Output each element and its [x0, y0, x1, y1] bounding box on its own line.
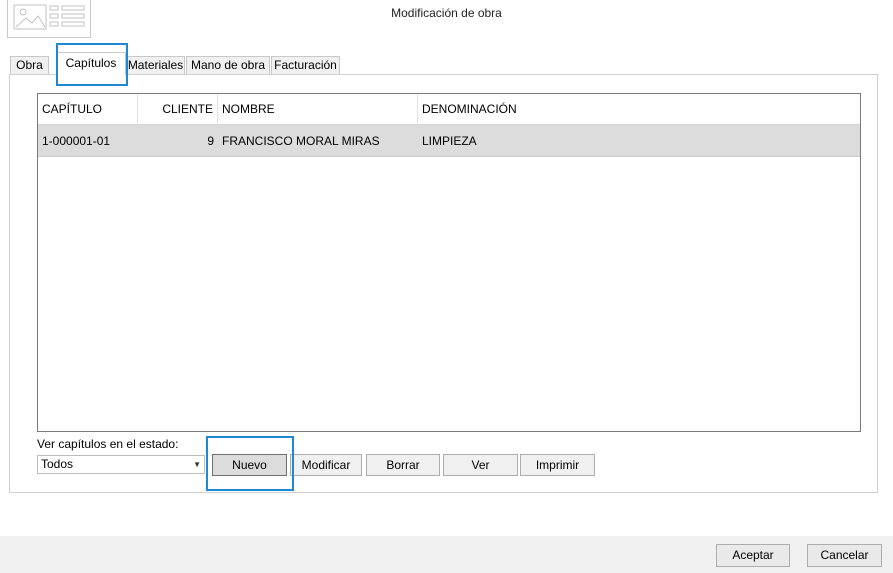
table-row[interactable]: 1-000001-01 9 FRANCISCO MORAL MIRAS LIMP…: [38, 125, 860, 157]
column-header-nombre[interactable]: NOMBRE: [218, 94, 418, 125]
tab-mano-de-obra[interactable]: Mano de obra: [186, 56, 270, 74]
modificar-button[interactable]: Modificar: [290, 454, 362, 476]
tab-obra[interactable]: Obra: [10, 56, 49, 74]
cell-denominacion: LIMPIEZA: [422, 134, 477, 148]
modificacion-obra-window: Modificación de obra Obra Capítulos Mate…: [0, 0, 893, 573]
tab-capitulos[interactable]: Capítulos: [56, 52, 126, 75]
column-header-cliente[interactable]: CLIENTE: [138, 94, 218, 125]
chevron-down-icon[interactable]: ▼: [193, 456, 201, 473]
state-filter-select[interactable]: Todos ▼: [37, 455, 205, 474]
capitulos-grid[interactable]: CAPÍTULO CLIENTE NOMBRE DENOMINACIÓN 1-0…: [37, 93, 861, 432]
state-filter-value: Todos: [41, 457, 74, 471]
column-header-capitulo[interactable]: CAPÍTULO: [38, 94, 138, 125]
cell-capitulo: 1-000001-01: [42, 134, 111, 148]
ver-button[interactable]: Ver: [443, 454, 518, 476]
imprimir-button[interactable]: Imprimir: [520, 454, 595, 476]
state-filter-label: Ver capítulos en el estado:: [37, 437, 179, 451]
cell-nombre: FRANCISCO MORAL MIRAS: [222, 134, 380, 148]
grid-header: CAPÍTULO CLIENTE NOMBRE DENOMINACIÓN: [38, 94, 860, 125]
tab-materiales[interactable]: Materiales: [126, 56, 185, 74]
borrar-button[interactable]: Borrar: [366, 454, 440, 476]
column-header-denominacion[interactable]: DENOMINACIÓN: [418, 94, 860, 125]
tab-facturacion[interactable]: Facturación: [271, 56, 340, 74]
nuevo-button[interactable]: Nuevo: [212, 454, 287, 476]
aceptar-button[interactable]: Aceptar: [716, 544, 790, 567]
window-title: Modificación de obra: [391, 6, 502, 20]
cancelar-button[interactable]: Cancelar: [807, 544, 882, 567]
cell-cliente: 9: [207, 134, 214, 148]
